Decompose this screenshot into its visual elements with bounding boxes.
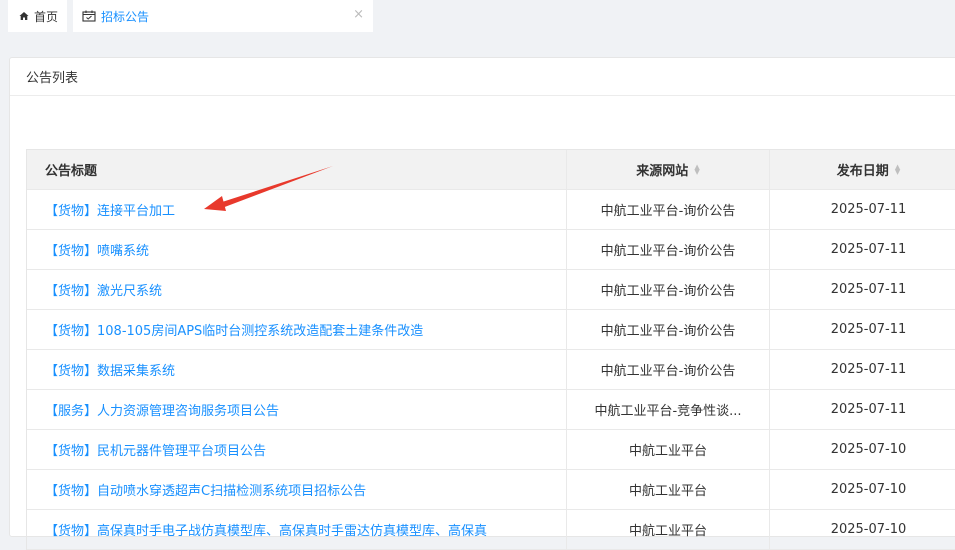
date-cell: 2025-07-11: [830, 362, 907, 377]
date-cell: 2025-07-11: [830, 242, 907, 257]
sort-icon[interactable]: ▲ ▼: [694, 163, 699, 175]
source-cell: 中航工业平台-竞争性谈...: [567, 390, 770, 429]
source-cell: 中航工业平台-询价公告: [567, 230, 770, 269]
header-source[interactable]: 来源网站 ▲ ▼: [567, 150, 770, 189]
announcement-title-link[interactable]: 【货物】喷嘴系统: [45, 240, 149, 259]
header-date[interactable]: 发布日期 ▲ ▼: [770, 150, 955, 189]
date-cell: 2025-07-11: [830, 202, 907, 217]
tab-bid-announcements[interactable]: 招标公告 ×: [73, 0, 373, 32]
announcement-title-link[interactable]: 【货物】连接平台加工: [45, 200, 175, 219]
source-cell: 中航工业平台: [567, 470, 770, 509]
source-cell: 中航工业平台: [567, 510, 770, 549]
date-cell: 2025-07-11: [830, 322, 907, 337]
tab-home[interactable]: 首页: [8, 0, 67, 32]
table-row: 【货物】民机元器件管理平台项目公告 中航工业平台 2025-07-10: [27, 430, 955, 470]
table-row: 【货物】自动喷水穿透超声C扫描检测系统项目招标公告 中航工业平台 2025-07…: [27, 470, 955, 510]
table-header-row: 公告标题 来源网站 ▲ ▼ 发布日期 ▲ ▼: [27, 150, 955, 190]
tab-active-label: 招标公告: [101, 9, 150, 24]
sort-icon[interactable]: ▲ ▼: [895, 163, 900, 175]
date-cell: 2025-07-10: [830, 522, 907, 537]
card-title: 公告列表: [10, 58, 955, 96]
source-cell: 中航工业平台-询价公告: [567, 350, 770, 389]
header-title-label: 公告标题: [45, 164, 98, 179]
source-cell: 中航工业平台-询价公告: [567, 190, 770, 229]
announcement-title-link[interactable]: 【服务】人力资源管理咨询服务项目公告: [45, 400, 279, 419]
table-row: 【货物】108-105房间APS临时台测控系统改造配套土建条件改造 中航工业平台…: [27, 310, 955, 350]
table-row: 【货物】数据采集系统 中航工业平台-询价公告 2025-07-11: [27, 350, 955, 390]
calendar-icon: [82, 10, 96, 22]
announcement-title-link[interactable]: 【货物】自动喷水穿透超声C扫描检测系统项目招标公告: [45, 480, 366, 499]
announcement-title-link[interactable]: 【货物】108-105房间APS临时台测控系统改造配套土建条件改造: [45, 320, 423, 339]
table-row: 【货物】喷嘴系统 中航工业平台-询价公告 2025-07-11: [27, 230, 955, 270]
date-cell: 2025-07-11: [830, 402, 907, 417]
table-row: 【服务】人力资源管理咨询服务项目公告 中航工业平台-竞争性谈... 2025-0…: [27, 390, 955, 430]
source-cell: 中航工业平台-询价公告: [567, 310, 770, 349]
close-icon[interactable]: ×: [353, 8, 364, 22]
announcement-title-link[interactable]: 【货物】数据采集系统: [45, 360, 175, 379]
header-source-label: 来源网站: [636, 164, 689, 179]
tab-home-label: 首页: [34, 9, 59, 24]
tab-bar: 首页 招标公告 ×: [0, 0, 955, 37]
announcement-title-link[interactable]: 【货物】激光尺系统: [45, 280, 162, 299]
table-row: 【货物】连接平台加工 中航工业平台-询价公告 2025-07-11: [27, 190, 955, 230]
announcement-table: 公告标题 来源网站 ▲ ▼ 发布日期 ▲ ▼ 【货物】连接平台加工 中航工业平台-询…: [26, 149, 955, 550]
date-cell: 2025-07-11: [830, 282, 907, 297]
source-cell: 中航工业平台: [567, 430, 770, 469]
table-row: 【货物】高保真时手电子战仿真模型库、高保真时手雷达仿真模型库、高保真 中航工业平…: [27, 510, 955, 550]
announcement-title-link[interactable]: 【货物】高保真时手电子战仿真模型库、高保真时手雷达仿真模型库、高保真: [45, 520, 487, 539]
date-cell: 2025-07-10: [830, 482, 907, 497]
header-date-label: 发布日期: [836, 164, 889, 179]
table-row: 【货物】激光尺系统 中航工业平台-询价公告 2025-07-11: [27, 270, 955, 310]
header-title: 公告标题: [27, 150, 567, 189]
announcement-title-link[interactable]: 【货物】民机元器件管理平台项目公告: [45, 440, 266, 459]
source-cell: 中航工业平台-询价公告: [567, 270, 770, 309]
date-cell: 2025-07-10: [830, 442, 907, 457]
home-icon: [19, 11, 29, 21]
